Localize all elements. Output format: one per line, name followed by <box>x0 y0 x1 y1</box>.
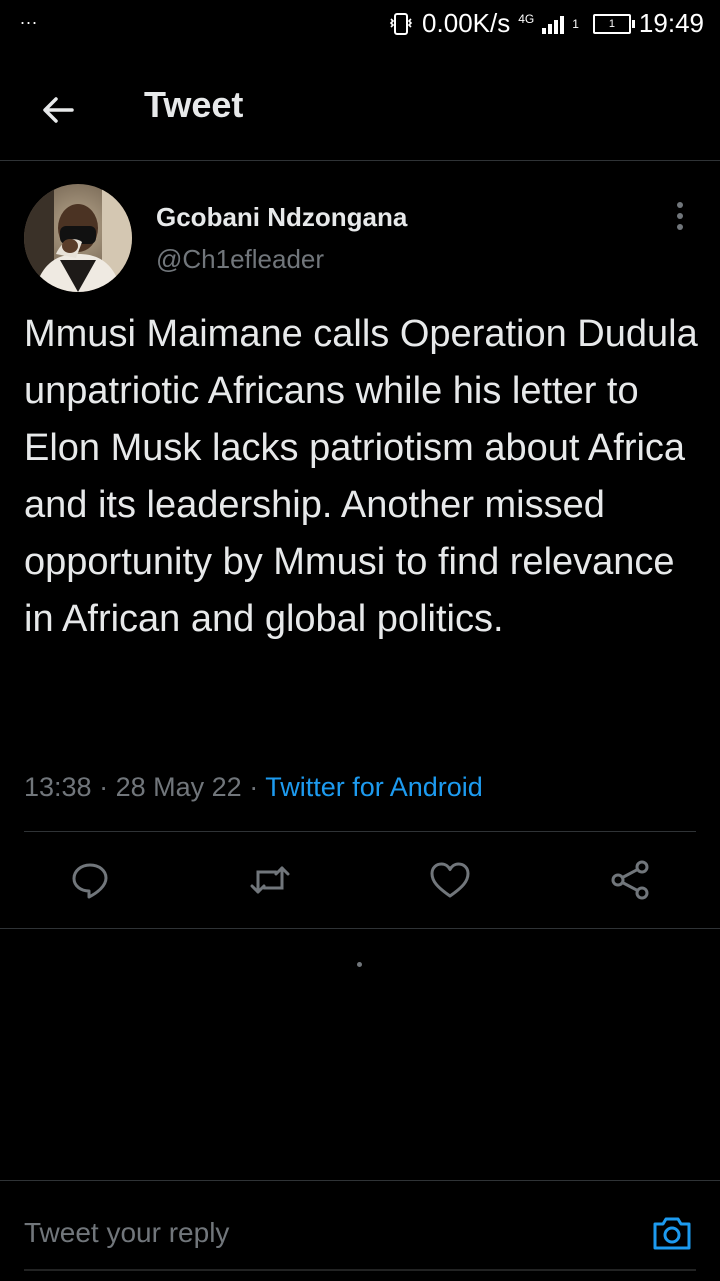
reply-input[interactable] <box>24 1211 624 1255</box>
tweet-date: 28 May 22 <box>115 772 242 802</box>
tweet-time: 13:38 <box>24 772 92 802</box>
signal-icon <box>542 14 565 34</box>
share-button[interactable] <box>608 858 652 902</box>
tweet-source-link[interactable]: Twitter for Android <box>265 772 483 802</box>
network-speed: 0.00K/s <box>422 8 511 38</box>
battery-level: 1 <box>608 17 615 30</box>
meta-separator: · <box>249 772 259 802</box>
retweet-icon <box>250 866 290 894</box>
share-icon <box>611 860 649 900</box>
loading-indicator <box>357 962 362 967</box>
vibrate-icon <box>389 12 413 35</box>
status-bar: ... 0.00K/s 4G 1 1 19:49 <box>0 0 720 50</box>
divider <box>0 928 720 929</box>
avatar-image <box>24 184 132 292</box>
page-title: Tweet <box>144 84 244 125</box>
reply-button[interactable] <box>68 858 112 902</box>
retweet-button[interactable] <box>248 858 292 902</box>
notification-dots: ... <box>20 8 39 28</box>
author-name[interactable]: Gcobani Ndzongana <box>156 202 407 233</box>
more-options-button[interactable] <box>664 196 696 236</box>
reply-underline <box>24 1269 696 1271</box>
reply-bar <box>0 1180 720 1281</box>
like-button[interactable] <box>428 858 472 902</box>
status-right: 0.00K/s 4G 1 1 19:49 <box>388 8 704 39</box>
back-button[interactable] <box>34 86 82 134</box>
camera-icon <box>653 1217 691 1250</box>
more-vertical-icon <box>677 202 683 230</box>
tweet-meta: 13:38 · 28 May 22 · Twitter for Android <box>24 772 483 803</box>
network-type: 4G <box>518 11 535 26</box>
meta-separator: · <box>99 772 109 802</box>
like-icon <box>430 862 470 898</box>
avatar[interactable] <box>24 184 132 292</box>
tweet-text: Mmusi Maimane calls Operation Dudula unp… <box>24 313 698 640</box>
arrow-left-icon <box>43 97 74 123</box>
battery-icon: 1 <box>592 13 635 34</box>
tweet-actions <box>0 832 720 928</box>
author-handle[interactable]: @Ch1efleader <box>156 244 324 275</box>
camera-button[interactable] <box>648 1209 696 1257</box>
clock: 19:49 <box>638 8 704 38</box>
reply-icon <box>72 863 108 899</box>
header: Tweet <box>0 60 720 161</box>
sim-slot: 1 <box>572 16 579 31</box>
